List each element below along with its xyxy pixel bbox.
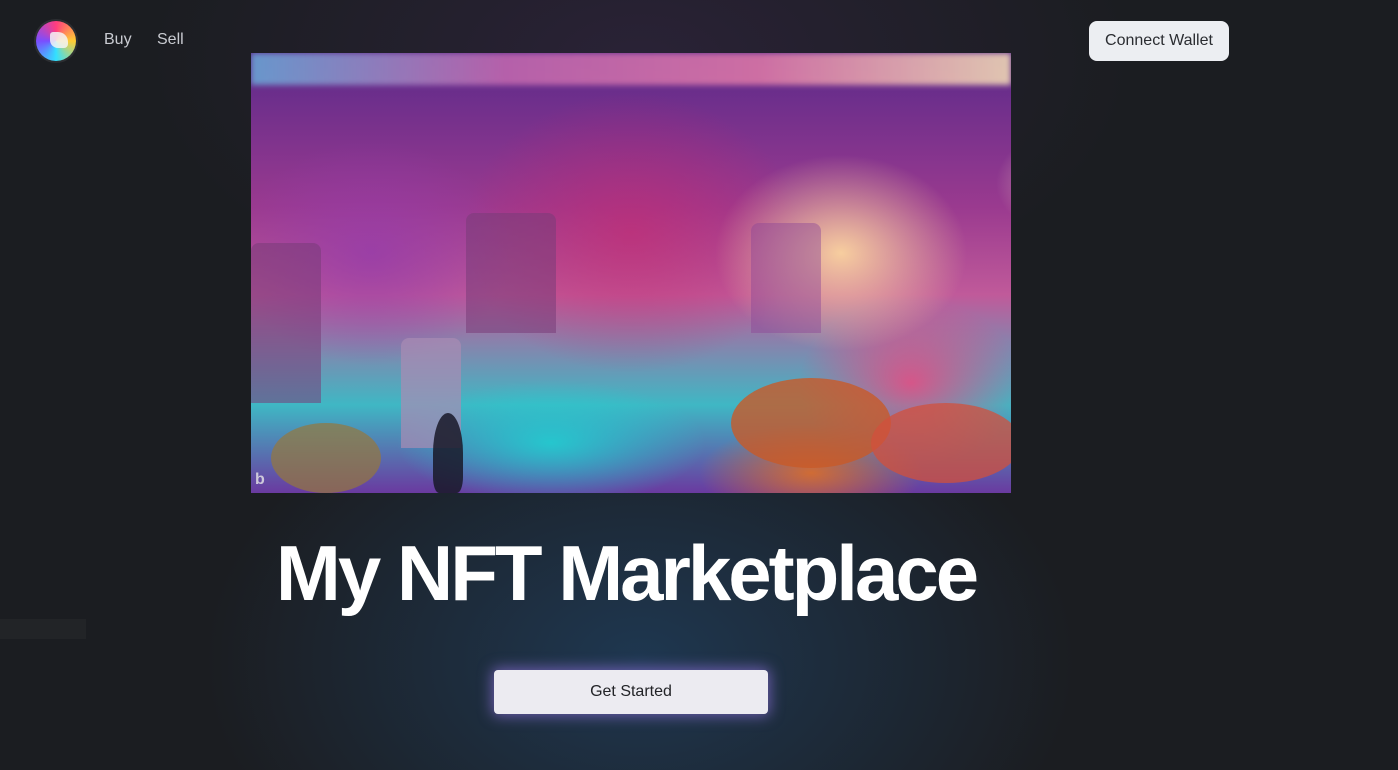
foliage-shape [871, 403, 1011, 483]
nft-logo-icon[interactable] [36, 21, 76, 61]
image-blur-strip [251, 53, 1011, 85]
castle-shape [466, 213, 556, 333]
get-started-button[interactable]: Get Started [494, 670, 768, 714]
hero-artwork-image: b [251, 53, 1011, 493]
nav-link-buy[interactable]: Buy [104, 31, 132, 49]
nav-link-sell[interactable]: Sell [157, 31, 184, 49]
watermark-icon: b [255, 471, 265, 488]
castle-shape [751, 223, 821, 333]
connect-wallet-button[interactable]: Connect Wallet [1089, 21, 1229, 61]
castle-shape [251, 243, 321, 403]
tree-shape [433, 413, 463, 493]
hero-title: My NFT Marketplace [275, 529, 979, 617]
foliage-shape [731, 378, 891, 468]
landing-page: Buy Sell Connect Wallet b My NFT Marketp… [0, 0, 1398, 770]
foliage-shape [271, 423, 381, 493]
side-fragment [0, 619, 86, 639]
